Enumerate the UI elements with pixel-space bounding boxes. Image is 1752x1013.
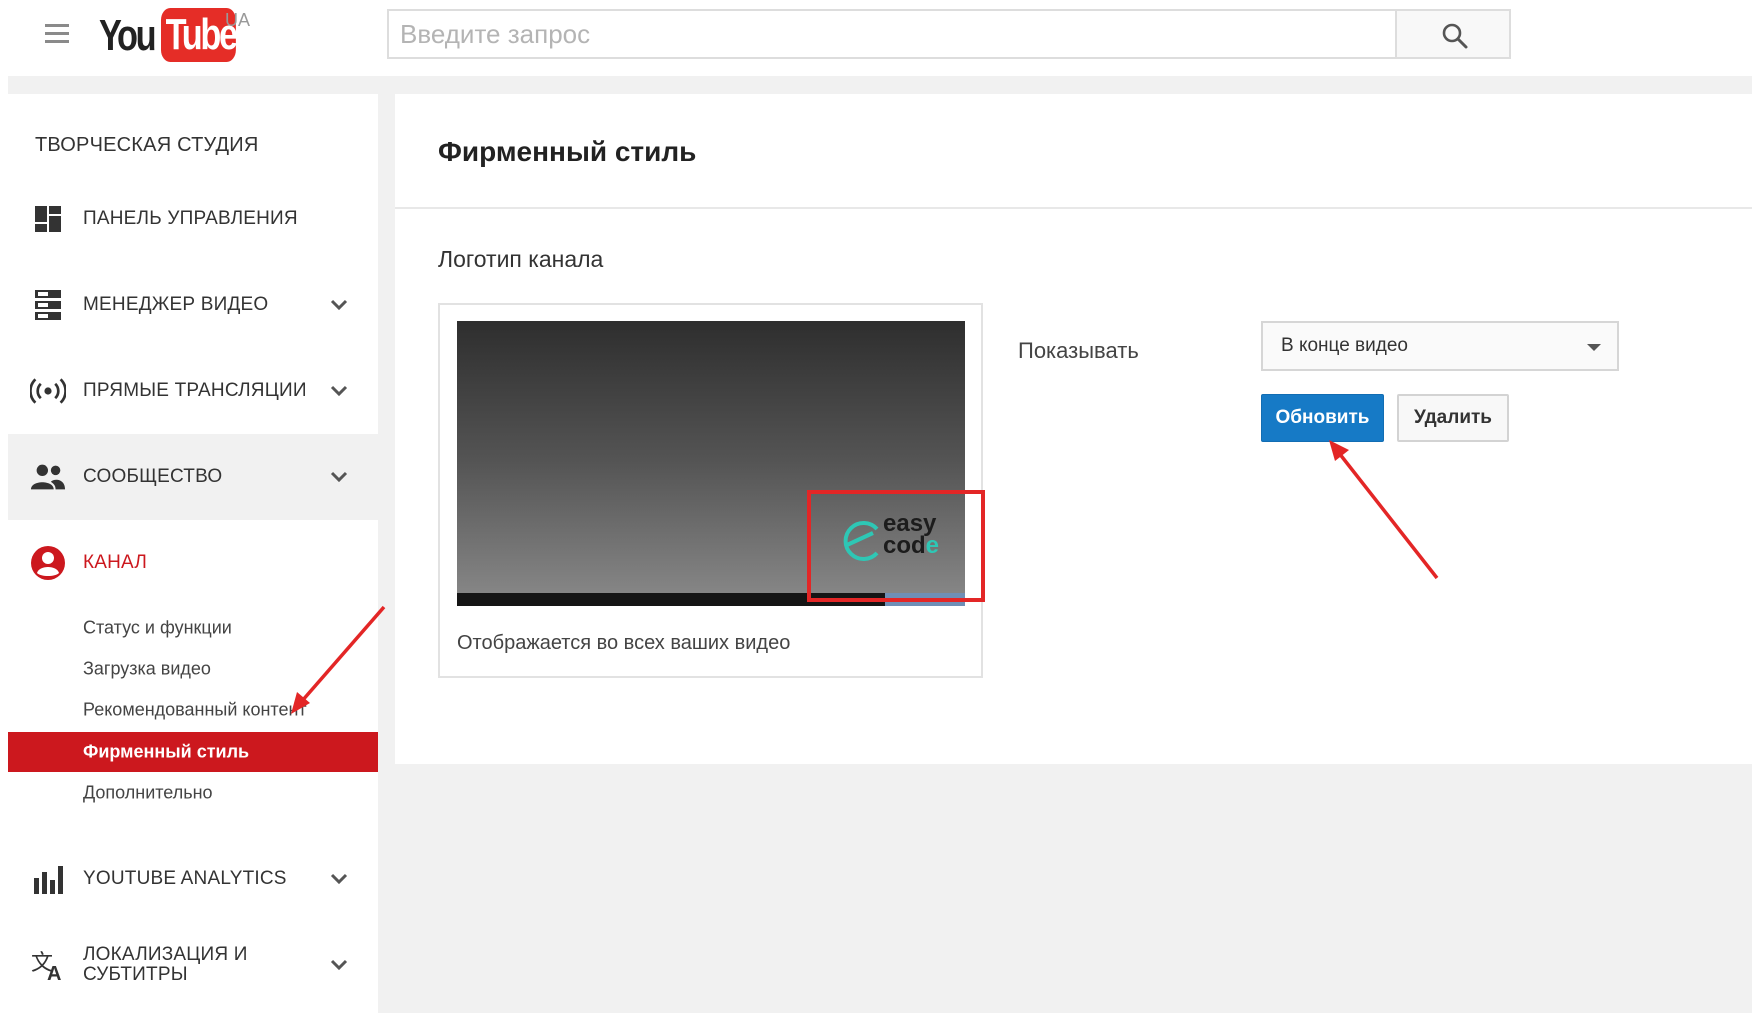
search-icon xyxy=(1442,23,1468,49)
dashboard-icon xyxy=(30,201,66,237)
sidebar-subitem-featured-content[interactable]: Рекомендованный контент xyxy=(8,690,378,730)
sidebar-item-translations[interactable]: 文A ЛОКАЛИЗАЦИЯ И СУБТИТРЫ xyxy=(8,922,378,1008)
studio-title[interactable]: ТВОРЧЕСКАЯ СТУДИЯ xyxy=(35,134,258,157)
annotation-highlight-box xyxy=(807,490,985,602)
content-header: Фирменный стиль xyxy=(395,94,1752,209)
display-time-selected-value: В конце видео xyxy=(1281,335,1408,356)
live-broadcast-icon xyxy=(30,373,66,409)
sidebar-subitem-status[interactable]: Статус и функции xyxy=(8,608,378,648)
sidebar-subitem-advanced[interactable]: Дополнительно xyxy=(8,773,378,813)
sidebar-subitem-label: Загрузка видео xyxy=(83,658,211,679)
chevron-down-icon[interactable] xyxy=(329,470,349,484)
sidebar-item-live[interactable]: ПРЯМЫЕ ТРАНСЛЯЦИИ xyxy=(8,348,378,434)
sidebar-subitem-label: Дополнительно xyxy=(83,782,213,803)
hamburger-menu-icon[interactable] xyxy=(45,24,71,44)
sidebar-item-channel[interactable]: КАНАЛ xyxy=(8,520,378,606)
video-manager-icon xyxy=(30,287,66,323)
delete-button[interactable]: Удалить xyxy=(1397,394,1509,442)
section-title: Логотип канала xyxy=(438,246,604,272)
sidebar-item-label: МЕНЕДЖЕР ВИДЕО xyxy=(83,294,269,315)
sidebar-item-label: ПРЯМЫЕ ТРАНСЛЯЦИИ xyxy=(83,380,307,401)
sidebar-item-video-manager[interactable]: МЕНЕДЖЕР ВИДЕО xyxy=(8,262,378,348)
search-box xyxy=(387,9,1397,59)
masthead: You Tube UA xyxy=(0,0,1752,76)
sidebar-subitem-label: Рекомендованный контент xyxy=(83,699,307,720)
sidebar-item-community[interactable]: СООБЩЕСТВО xyxy=(8,434,378,520)
sidebar-subitem-label: Фирменный стиль xyxy=(83,741,250,762)
svg-text:A: A xyxy=(47,963,61,982)
search-button[interactable] xyxy=(1395,9,1511,59)
sidebar-subitem-label: Статус и функции xyxy=(83,617,232,638)
search-input[interactable] xyxy=(389,11,1397,57)
display-time-label: Показывать xyxy=(1018,338,1139,363)
sidebar-subitem-branding[interactable]: Фирменный стиль xyxy=(8,732,378,772)
sidebar-item-label: ПАНЕЛЬ УПРАВЛЕНИЯ xyxy=(83,208,298,229)
display-time-select[interactable]: В конце видео xyxy=(1261,321,1619,371)
sidebar-item-label: YOUTUBE ANALYTICS xyxy=(83,868,287,889)
update-button[interactable]: Обновить xyxy=(1261,394,1384,442)
community-icon xyxy=(30,459,66,495)
studio-sidebar: ТВОРЧЕСКАЯ СТУДИЯ ПАНЕЛЬ УПРАВЛЕНИЯ МЕНЕ… xyxy=(8,94,378,1013)
sidebar-item-label: СООБЩЕСТВО xyxy=(83,466,223,487)
sidebar-item-analytics[interactable]: YOUTUBE ANALYTICS xyxy=(8,836,378,922)
chevron-down-icon[interactable] xyxy=(329,958,349,972)
channel-icon xyxy=(30,545,66,581)
sidebar-item-label: ЛОКАЛИЗАЦИЯ И СУБТИТРЫ xyxy=(83,944,248,985)
sidebar-item-label: КАНАЛ xyxy=(83,552,148,573)
analytics-icon xyxy=(30,861,66,897)
caret-down-icon xyxy=(1587,344,1601,351)
page-title: Фирменный стиль xyxy=(438,136,697,167)
logo-region-label: UA xyxy=(225,10,251,30)
chevron-down-icon[interactable] xyxy=(329,872,349,886)
translate-icon: 文A xyxy=(30,947,66,983)
chevron-down-icon[interactable] xyxy=(329,298,349,312)
sidebar-item-dashboard[interactable]: ПАНЕЛЬ УПРАВЛЕНИЯ xyxy=(8,176,378,262)
chevron-down-icon[interactable] xyxy=(329,384,349,398)
sidebar-subitem-upload-defaults[interactable]: Загрузка видео xyxy=(8,649,378,689)
youtube-logo[interactable]: You Tube UA xyxy=(99,8,257,64)
logo-you-text: You xyxy=(99,11,157,60)
preview-caption: Отображается во всех ваших видео xyxy=(457,632,791,654)
branding-content: Фирменный стиль Логотип канала easy code… xyxy=(395,94,1752,764)
